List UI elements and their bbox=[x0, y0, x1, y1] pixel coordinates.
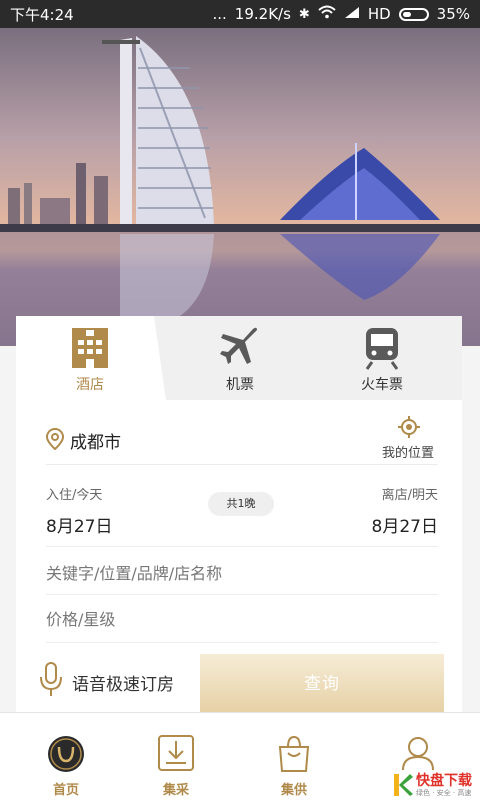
hotel-building-icon bbox=[70, 326, 110, 372]
status-time: 下午4:24 bbox=[10, 5, 74, 24]
status-battery: 35% bbox=[436, 5, 470, 23]
checkin-date[interactable]: 8月27日 bbox=[46, 512, 112, 537]
watermark-title: 快盘下载 bbox=[416, 773, 472, 789]
hero-banner-image bbox=[0, 28, 480, 346]
booking-card: 酒店 机票 火车票 成都市 我的位置 入住/今天 8月27日 共1晚 离店/明天… bbox=[16, 316, 462, 712]
booking-tabs: 酒店 机票 火车票 bbox=[16, 316, 462, 400]
battery-icon bbox=[398, 7, 429, 21]
checkin-label: 入住/今天 bbox=[46, 488, 103, 503]
train-icon bbox=[363, 326, 401, 374]
airplane-icon bbox=[219, 326, 261, 372]
wifi-icon bbox=[318, 5, 336, 23]
tab-flight-label: 机票 bbox=[226, 377, 254, 393]
status-bar: 下午4:24 ... 19.2K/s ✱ HD 35% bbox=[0, 0, 480, 28]
crosshair-icon bbox=[398, 416, 420, 442]
watermark-k-icon bbox=[394, 774, 413, 796]
nav-purchase[interactable]: 集采 bbox=[128, 713, 224, 801]
voice-booking-label: 语音极速订房 bbox=[72, 675, 174, 695]
nav-purchase-label: 集采 bbox=[162, 783, 189, 798]
signal-icon bbox=[344, 5, 360, 23]
shopping-bag-icon bbox=[277, 735, 311, 777]
tab-train[interactable]: 火车票 bbox=[308, 316, 456, 400]
checkout-label: 离店/明天 bbox=[381, 488, 438, 503]
nav-supply-label: 集供 bbox=[280, 783, 307, 798]
nav-home[interactable]: 首页 bbox=[18, 713, 114, 801]
home-logo-icon bbox=[47, 735, 85, 777]
tab-hotel-label: 酒店 bbox=[76, 377, 104, 393]
city-name: 成都市 bbox=[70, 433, 121, 453]
download-box-icon bbox=[158, 735, 194, 775]
tab-train-label: 火车票 bbox=[361, 377, 403, 393]
bluetooth-icon: ✱ bbox=[298, 6, 310, 22]
watermark-logo: 快盘下载 绿色 · 安全 · 高速 bbox=[392, 770, 478, 800]
checkout-date[interactable]: 8月27日 bbox=[372, 512, 438, 537]
location-pin-icon bbox=[45, 427, 65, 454]
price-star-selector[interactable]: 价格/星级 bbox=[46, 602, 438, 643]
tab-flight[interactable]: 机票 bbox=[166, 316, 314, 400]
keyword-input[interactable]: 关键字/位置/品牌/店名称 bbox=[46, 556, 438, 595]
date-selector[interactable]: 入住/今天 8月27日 共1晚 离店/明天 8月27日 bbox=[46, 474, 438, 547]
status-speed: 19.2K/s bbox=[234, 5, 291, 23]
nav-supply[interactable]: 集供 bbox=[246, 713, 342, 801]
voice-booking-button[interactable]: 语音极速订房 bbox=[38, 660, 198, 700]
nights-badge: 共1晚 bbox=[208, 492, 274, 516]
status-network: HD bbox=[367, 5, 391, 23]
watermark-subtitle: 绿色 · 安全 · 高速 bbox=[416, 789, 472, 797]
status-dots: ... bbox=[212, 5, 227, 23]
tab-hotel[interactable]: 酒店 bbox=[16, 316, 164, 400]
keyword-placeholder: 关键字/位置/品牌/店名称 bbox=[46, 564, 223, 583]
city-selector[interactable]: 成都市 我的位置 bbox=[45, 416, 438, 465]
price-placeholder: 价格/星级 bbox=[46, 610, 116, 629]
query-button[interactable]: 查询 bbox=[200, 654, 444, 712]
my-location-label: 我的位置 bbox=[381, 446, 434, 461]
microphone-icon bbox=[38, 662, 64, 702]
nav-home-label: 首页 bbox=[52, 783, 79, 798]
user-icon bbox=[400, 735, 436, 775]
